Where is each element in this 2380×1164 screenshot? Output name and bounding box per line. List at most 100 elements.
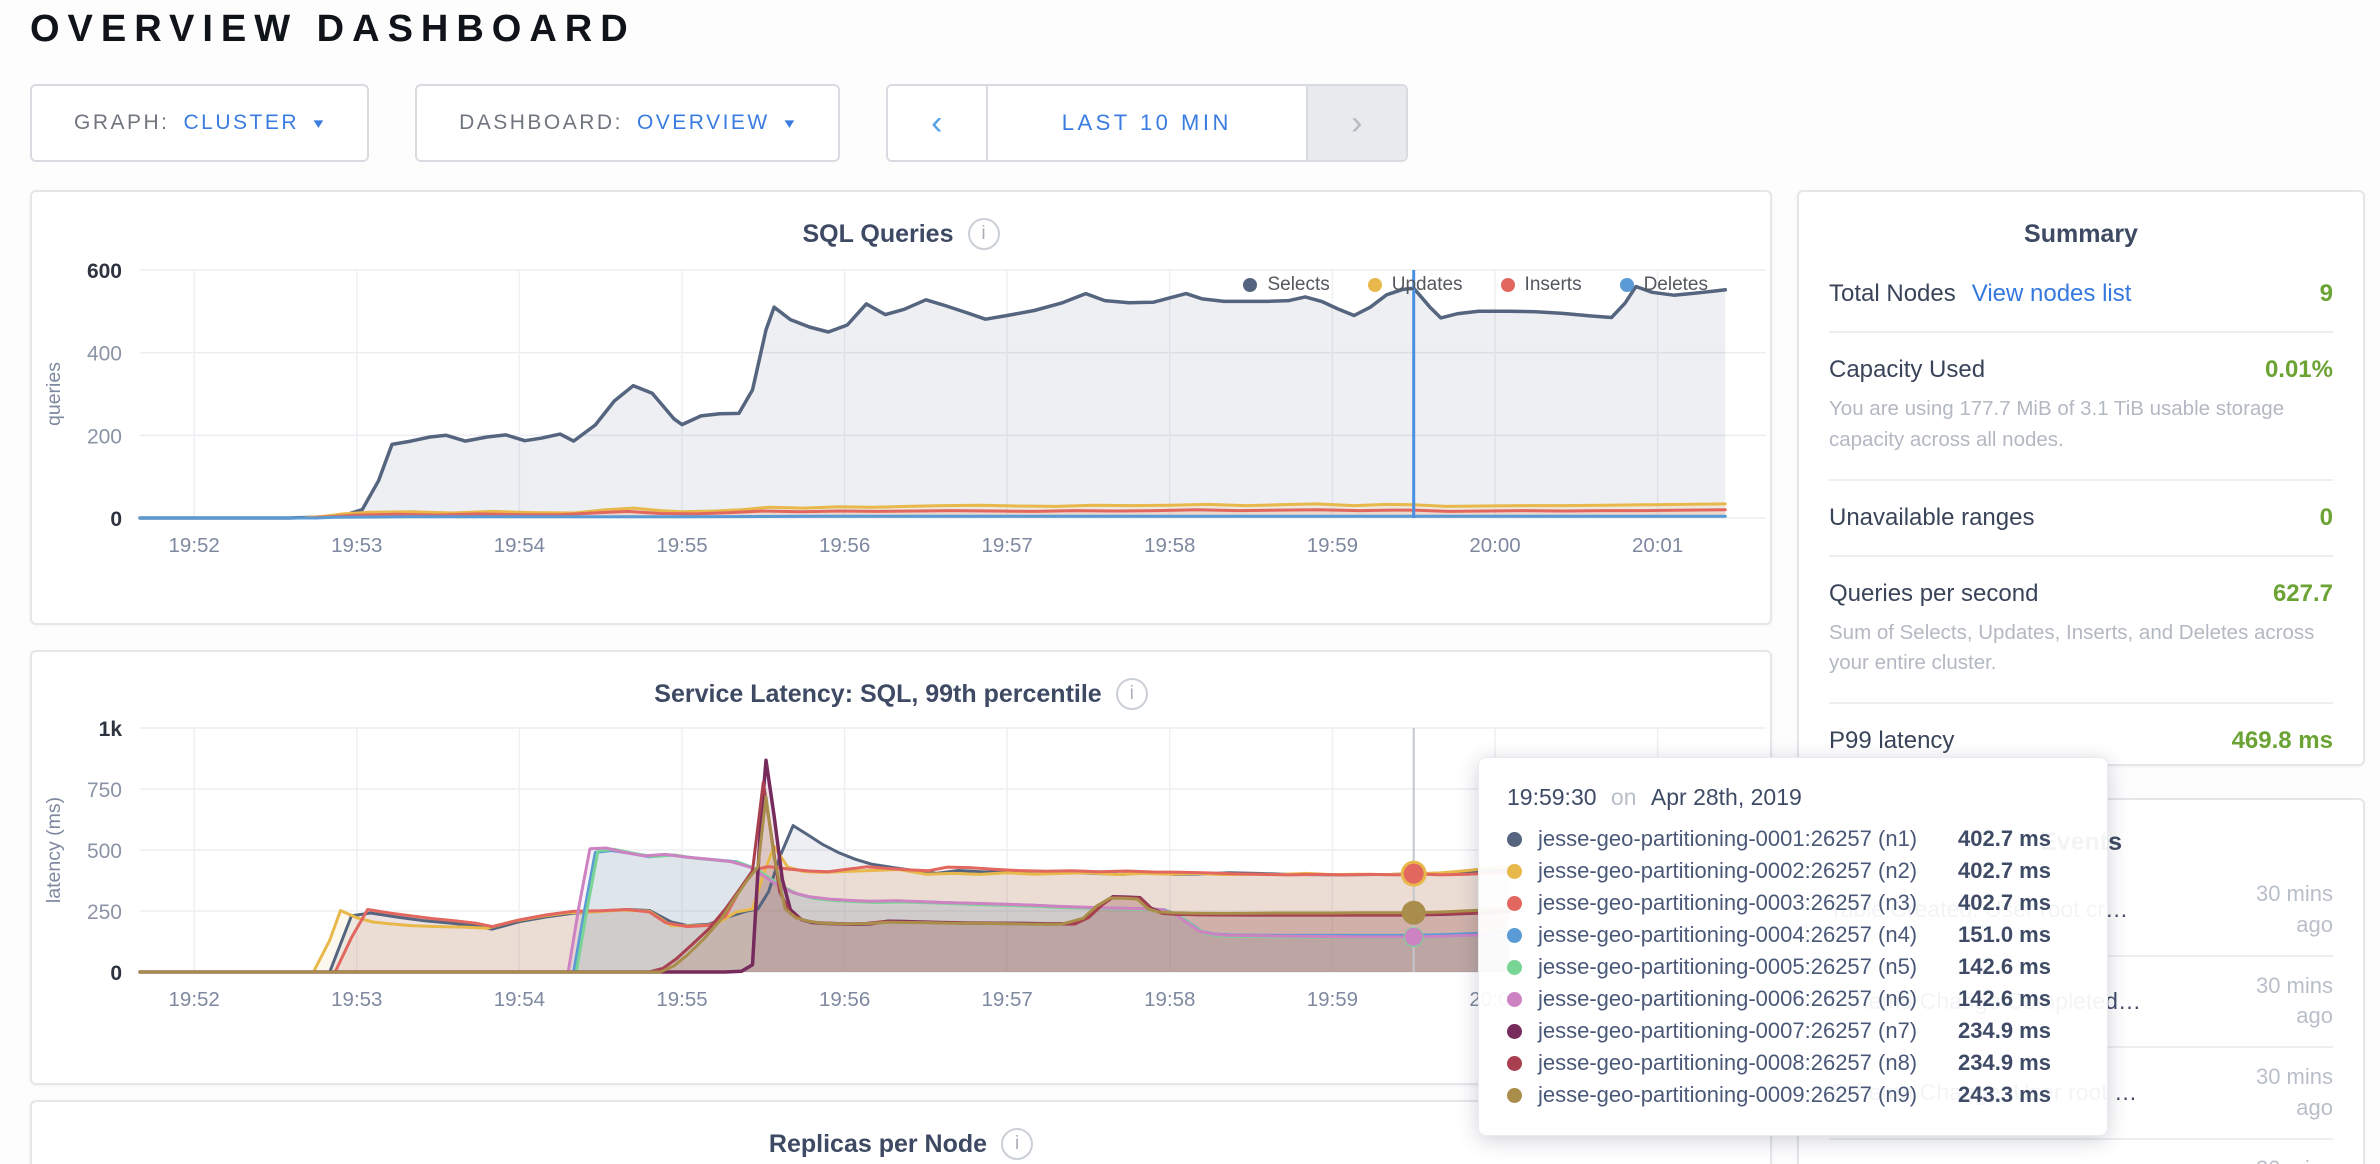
summary-label: Total Nodes (1829, 280, 1956, 308)
tooltip-row: jesse-geo-partitioning-0007:26257 (n7)23… (1507, 1015, 2079, 1047)
series-dot-icon (1507, 960, 1522, 975)
dashboard-controls: GRAPH: CLUSTER ▾ DASHBOARD: OVERVIEW ▾ ‹… (30, 84, 1408, 162)
tooltip-node-name: jesse-geo-partitioning-0001:26257 (n1) (1538, 826, 1958, 852)
sql-queries-panel: SQL Queries i Selects Updates Inserts Delet… (30, 190, 1772, 625)
event-timestamp: 30 mins ago (2215, 971, 2333, 1033)
svg-text:19:59: 19:59 (1307, 534, 1358, 557)
tooltip-node-value: 402.7 ms (1958, 858, 2051, 884)
tooltip-node-value: 151.0 ms (1958, 922, 2051, 948)
tooltip-separator: on (1611, 784, 1637, 810)
tooltip-node-name: jesse-geo-partitioning-0007:26257 (n7) (1538, 1018, 1958, 1044)
summary-label: Queries per second (1829, 580, 2038, 608)
svg-text:750: 750 (87, 779, 122, 802)
sql-queries-header: SQL Queries i (32, 192, 1770, 250)
tooltip-node-value: 142.6 ms (1958, 986, 2051, 1012)
svg-text:19:54: 19:54 (494, 988, 545, 1011)
legend-dot-icon (1243, 278, 1257, 292)
time-next-button[interactable]: › (1306, 86, 1406, 160)
legend-dot-icon (1501, 278, 1515, 292)
info-icon[interactable]: i (968, 218, 1000, 250)
info-icon[interactable]: i (1001, 1128, 1033, 1160)
legend-item-updates[interactable]: Updates (1368, 274, 1463, 296)
svg-text:19:57: 19:57 (982, 534, 1033, 557)
tooltip-node-value: 234.9 ms (1958, 1018, 2051, 1044)
chevron-down-icon: ▾ (784, 114, 797, 132)
svg-text:19:53: 19:53 (331, 534, 382, 557)
summary-subtext: You are using 177.7 MiB of 3.1 TiB usabl… (1829, 394, 2333, 456)
svg-text:200: 200 (87, 425, 122, 448)
info-icon[interactable]: i (1116, 678, 1148, 710)
graph-dropdown[interactable]: GRAPH: CLUSTER ▾ (30, 84, 369, 162)
overview-dashboard-page: OVERVIEW DASHBOARD GRAPH: CLUSTER ▾ DASH… (0, 0, 2380, 1164)
svg-text:19:59: 19:59 (1307, 988, 1358, 1011)
svg-text:0: 0 (110, 508, 122, 531)
graph-dropdown-value: CLUSTER (184, 111, 300, 135)
series-dot-icon (1507, 896, 1522, 911)
summary-subtext: Sum of Selects, Updates, Inserts, and De… (1829, 618, 2333, 680)
svg-text:19:58: 19:58 (1144, 534, 1195, 557)
summary-row-capacity-used: Capacity Used 0.01% You are using 177.7 … (1829, 333, 2333, 481)
legend-item-inserts[interactable]: Inserts (1501, 274, 1582, 296)
tooltip-row: jesse-geo-partitioning-0002:26257 (n2)40… (1507, 855, 2079, 887)
svg-text:19:52: 19:52 (169, 534, 220, 557)
dashboard-dropdown-label: DASHBOARD: (459, 111, 623, 135)
legend-label: Updates (1392, 274, 1463, 296)
svg-text:queries: queries (43, 362, 65, 426)
summary-value: 0 (2320, 504, 2333, 532)
svg-text:19:52: 19:52 (169, 988, 220, 1011)
svg-text:19:53: 19:53 (331, 988, 382, 1011)
summary-label: Capacity Used (1829, 356, 1985, 384)
svg-text:20:00: 20:00 (1469, 534, 1520, 557)
series-dot-icon (1507, 992, 1522, 1007)
tooltip-node-name: jesse-geo-partitioning-0005:26257 (n5) (1538, 954, 1958, 980)
tooltip-node-name: jesse-geo-partitioning-0003:26257 (n3) (1538, 890, 1958, 916)
event-timestamp: 30 mins ago (2215, 879, 2333, 941)
tooltip-node-name: jesse-geo-partitioning-0006:26257 (n6) (1538, 986, 1958, 1012)
svg-text:19:56: 19:56 (819, 534, 870, 557)
view-nodes-list-link[interactable]: View nodes list (1972, 280, 2132, 308)
tooltip-node-name: jesse-geo-partitioning-0002:26257 (n2) (1538, 858, 1958, 884)
graph-dropdown-label: GRAPH: (74, 111, 170, 135)
summary-row-total-nodes: Total Nodes View nodes list 9 (1829, 257, 2333, 333)
chevron-down-icon: ▾ (314, 114, 327, 132)
series-dot-icon (1507, 1088, 1522, 1103)
tooltip-row: jesse-geo-partitioning-0005:26257 (n5)14… (1507, 951, 2079, 983)
tooltip-node-name: jesse-geo-partitioning-0009:26257 (n9) (1538, 1082, 1958, 1108)
summary-row-unavailable-ranges: Unavailable ranges 0 (1829, 481, 2333, 557)
event-row: Table Created: User root cr…30 mins ago (1829, 1140, 2333, 1164)
tooltip-row: jesse-geo-partitioning-0006:26257 (n6)14… (1507, 983, 2079, 1015)
svg-text:19:55: 19:55 (656, 534, 707, 557)
legend-item-selects[interactable]: Selects (1243, 274, 1329, 296)
svg-text:400: 400 (87, 343, 122, 366)
chart-title: Replicas per Node (769, 1130, 987, 1159)
legend-label: Deletes (1644, 274, 1708, 296)
legend-item-deletes[interactable]: Deletes (1620, 274, 1708, 296)
tooltip-node-value: 142.6 ms (1958, 954, 2051, 980)
time-range-label[interactable]: LAST 10 MIN (988, 86, 1306, 160)
time-prev-button[interactable]: ‹ (888, 86, 988, 160)
sql-queries-chart[interactable]: 020040060019:5219:5319:5419:5519:5619:57… (32, 250, 1770, 585)
chart-title: SQL Queries (803, 220, 954, 249)
tooltip-date: Apr 28th, 2019 (1651, 784, 1802, 810)
dashboard-dropdown-value: OVERVIEW (637, 111, 770, 135)
page-title: OVERVIEW DASHBOARD (30, 8, 636, 51)
tooltip-row: jesse-geo-partitioning-0001:26257 (n1)40… (1507, 823, 2079, 855)
svg-text:500: 500 (87, 840, 122, 863)
service-latency-header: Service Latency: SQL, 99th percentile i (32, 652, 1770, 710)
summary-label: P99 latency (1829, 727, 1954, 755)
summary-value: 627.7 (2273, 580, 2333, 608)
dashboard-dropdown[interactable]: DASHBOARD: OVERVIEW ▾ (415, 84, 840, 162)
chart-title: Service Latency: SQL, 99th percentile (654, 680, 1101, 709)
svg-text:20:01: 20:01 (1632, 534, 1683, 557)
summary-panel: Summary Total Nodes View nodes list 9 Ca… (1797, 190, 2365, 766)
tooltip-node-value: 234.9 ms (1958, 1050, 2051, 1076)
series-dot-icon (1507, 832, 1522, 847)
tooltip-node-value: 243.3 ms (1958, 1082, 2051, 1108)
series-dot-icon (1507, 864, 1522, 879)
svg-text:19:56: 19:56 (819, 988, 870, 1011)
summary-label: Unavailable ranges (1829, 504, 2034, 532)
svg-text:19:55: 19:55 (656, 988, 707, 1011)
series-dot-icon (1507, 1024, 1522, 1039)
chart-tooltip: 19:59:30 on Apr 28th, 2019 jesse-geo-par… (1478, 757, 2108, 1136)
tooltip-node-value: 402.7 ms (1958, 826, 2051, 852)
